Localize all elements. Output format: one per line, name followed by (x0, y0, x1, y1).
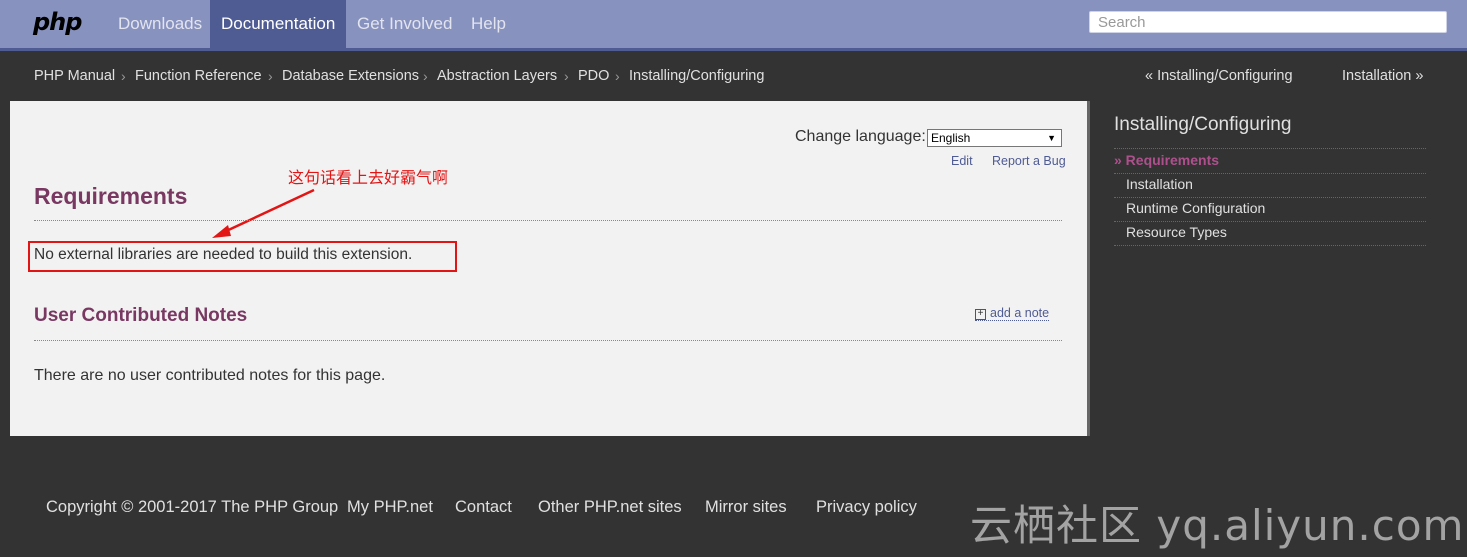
breadcrumb: PHP Manual › Function Reference › Databa… (0, 51, 1467, 101)
sidebar-item-resource-types[interactable]: Resource Types (1126, 224, 1227, 240)
footer-other-sites[interactable]: Other PHP.net sites (538, 498, 682, 517)
notes-divider (34, 340, 1062, 341)
language-select[interactable]: English ▼ (927, 129, 1062, 147)
breadcrumb-pdo[interactable]: PDO (578, 68, 609, 84)
nav-documentation[interactable]: Documentation (210, 0, 347, 48)
sidebar-divider (1114, 221, 1426, 222)
sidebar-divider (1114, 148, 1426, 149)
dropdown-arrow-icon: ▼ (1047, 133, 1056, 143)
breadcrumb-separator: › (615, 68, 620, 84)
nav-downloads[interactable]: Downloads (107, 0, 213, 48)
language-select-value: English (931, 131, 971, 145)
title-divider (34, 220, 1062, 221)
breadcrumb-abstraction-layers[interactable]: Abstraction Layers (437, 68, 557, 84)
breadcrumb-separator: › (121, 68, 126, 84)
footer-my-php-net[interactable]: My PHP.net (347, 498, 433, 517)
breadcrumb-separator: › (423, 68, 428, 84)
add-note-link[interactable]: + add a note (975, 306, 1050, 321)
sidebar-item-installation[interactable]: Installation (1126, 176, 1193, 192)
annotation-arrow-icon (212, 188, 315, 238)
top-navigation: php Downloads Documentation Get Involved… (0, 0, 1467, 51)
php-logo[interactable]: php (33, 8, 82, 36)
edit-link[interactable]: Edit (951, 154, 973, 168)
breadcrumb-function-reference[interactable]: Function Reference (135, 68, 262, 84)
add-note-label: add a note (990, 306, 1050, 320)
prev-page-link[interactable]: « Installing/Configuring (1145, 68, 1293, 84)
sidebar-divider (1114, 245, 1426, 246)
footer-copyright[interactable]: Copyright © 2001-2017 The PHP Group (46, 498, 338, 517)
page-title: Requirements (34, 183, 188, 209)
change-language-label: Change language: (795, 128, 926, 145)
sidebar-divider (1114, 197, 1426, 198)
sidebar-item-requirements[interactable]: » Requirements (1114, 152, 1219, 168)
sidebar-divider (1114, 173, 1426, 174)
nav-help[interactable]: Help (460, 0, 517, 48)
sidebar-item-runtime-configuration[interactable]: Runtime Configuration (1126, 200, 1265, 216)
watermark: 云栖社区 yq.aliyun.com (970, 501, 1465, 550)
breadcrumb-php-manual[interactable]: PHP Manual (34, 68, 115, 84)
breadcrumb-separator: › (268, 68, 273, 84)
sidebar-title[interactable]: Installing/Configuring (1114, 114, 1291, 136)
footer-privacy-policy[interactable]: Privacy policy (816, 498, 917, 517)
breadcrumb-database-extensions[interactable]: Database Extensions (282, 68, 419, 84)
main-content: Change language: English ▼ Edit Report a… (10, 101, 1090, 436)
notes-title: User Contributed Notes (34, 305, 248, 326)
search-input[interactable] (1089, 11, 1447, 33)
plus-icon: + (975, 309, 986, 320)
next-page-link[interactable]: Installation » (1342, 68, 1423, 84)
report-bug-link[interactable]: Report a Bug (992, 154, 1066, 168)
footer-contact[interactable]: Contact (455, 498, 512, 517)
footer-mirror-sites[interactable]: Mirror sites (705, 498, 787, 517)
highlight-box (28, 241, 457, 272)
breadcrumb-installing-configuring[interactable]: Installing/Configuring (629, 68, 764, 84)
no-notes-text: There are no user contributed notes for … (34, 367, 386, 384)
breadcrumb-separator: › (564, 68, 569, 84)
nav-get-involved[interactable]: Get Involved (346, 0, 463, 48)
